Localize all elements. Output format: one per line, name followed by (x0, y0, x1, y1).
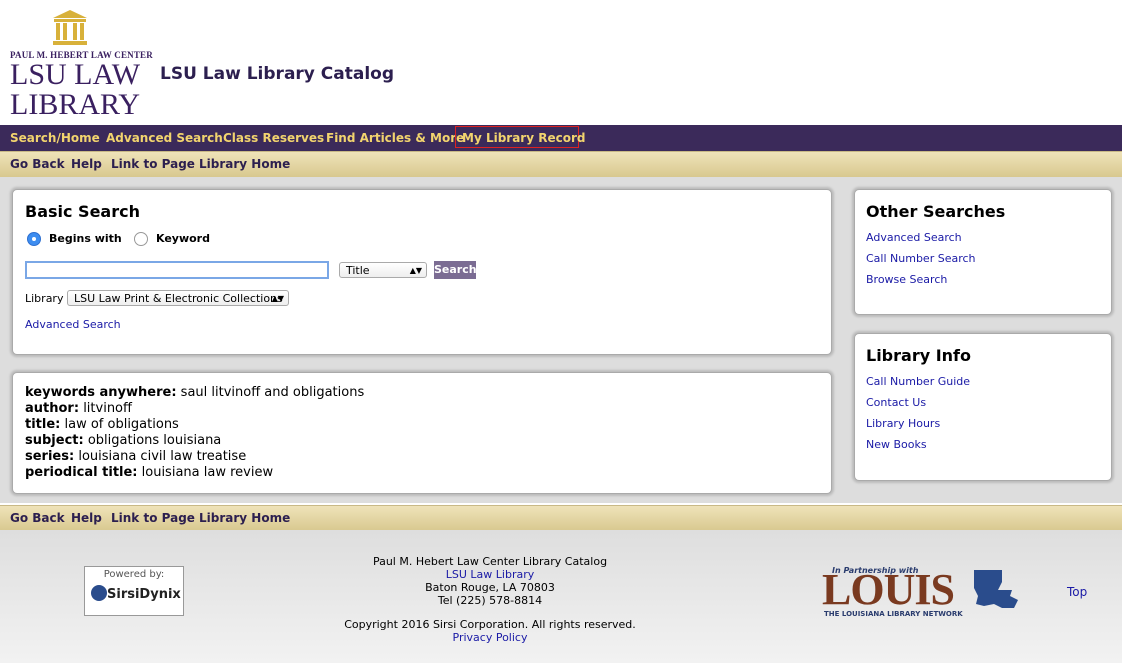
updown-arrow-icon: ▲▼ (409, 266, 422, 275)
louis-tagline: THE LOUISIANA LIBRARY NETWORK (824, 610, 963, 618)
library-home-link[interactable]: Library Home (199, 152, 290, 177)
help-link[interactable]: Help (71, 506, 102, 531)
go-back-link[interactable]: Go Back (10, 506, 65, 531)
browse-search-link[interactable]: Browse Search (866, 273, 947, 286)
link-to-page-link[interactable]: Link to Page (111, 506, 195, 531)
top-subnav: Go Back Help Link to Page Library Home (0, 151, 1122, 178)
search-input[interactable] (25, 261, 329, 279)
nav-my-library-record[interactable]: My Library Record (462, 125, 585, 151)
footer-catalog-name: Paul M. Hebert Law Center Library Catalo… (372, 555, 608, 568)
footer-privacy-policy-link[interactable]: Privacy Policy (290, 631, 690, 644)
logo-line1: LSU LAW (10, 58, 141, 91)
example-subject: subject: obligations louisiana (25, 433, 222, 448)
footer-address: Baton Rouge, LA 70803 (425, 581, 555, 594)
other-advanced-search-link[interactable]: Advanced Search (866, 231, 962, 244)
library-home-link[interactable]: Library Home (199, 506, 290, 531)
nav-advanced-search[interactable]: Advanced Search (106, 125, 223, 151)
radio-keyword-label: Keyword (156, 232, 210, 245)
advanced-search-link[interactable]: Advanced Search (25, 318, 121, 331)
example-keywords: keywords anywhere: saul litvinoff and ob… (25, 385, 365, 400)
link-to-page-link[interactable]: Link to Page (111, 152, 195, 177)
library-select-value: LSU Law Print & Electronic Collections (74, 292, 283, 305)
basic-search-panel: Basic Search Begins with Keyword Title ▲… (12, 189, 832, 355)
help-link[interactable]: Help (71, 152, 102, 177)
updown-arrow-icon: ▲▼ (271, 294, 284, 303)
other-searches-title: Other Searches (866, 202, 1006, 221)
sirsidynix-label: SirsiDynix (107, 587, 181, 602)
example-author: author: litvinoff (25, 401, 132, 416)
bottom-subnav: Go Back Help Link to Page Library Home (0, 505, 1122, 532)
other-searches-panel: Other Searches Advanced Search Call Numb… (854, 189, 1112, 315)
contact-us-link[interactable]: Contact Us (866, 396, 926, 409)
powered-by-sirsidynix-logo[interactable]: Powered by: SirsiDynix (84, 566, 184, 616)
radio-begins-with[interactable] (27, 232, 41, 246)
library-select[interactable]: LSU Law Print & Electronic Collections ▲… (67, 290, 289, 306)
main-nav: Search/Home Advanced Search Class Reserv… (0, 125, 1122, 151)
logo-line2: LIBRARY (10, 88, 141, 121)
basic-search-title: Basic Search (25, 202, 140, 221)
louis-partnership-label: In Partnership with (832, 566, 919, 575)
top-link[interactable]: Top (1067, 585, 1087, 599)
footer-tel: Tel (225) 578-8814 (437, 594, 543, 607)
example-periodical-title: periodical title: louisiana law review (25, 465, 274, 480)
page-title: LSU Law Library Catalog (160, 64, 395, 84)
nav-find-articles[interactable]: Find Articles & More (326, 125, 464, 151)
louis-network-logo[interactable]: LOUIS In Partnership with THE LOUISIANA … (822, 566, 1022, 620)
example-series: series: louisiana civil law treatise (25, 449, 247, 464)
go-back-link[interactable]: Go Back (10, 152, 65, 177)
nav-class-reserves[interactable]: Class Reserves (223, 125, 324, 151)
library-label: Library (25, 292, 64, 305)
sirsidynix-icon (91, 585, 107, 601)
call-number-guide-link[interactable]: Call Number Guide (866, 375, 970, 388)
library-info-title: Library Info (866, 346, 972, 365)
powered-by-label: Powered by: (103, 569, 165, 580)
footer-copyright: Copyright 2016 Sirsi Corporation. All ri… (344, 618, 636, 631)
law-center-building-icon (53, 10, 87, 45)
search-field-select[interactable]: Title ▲▼ (339, 262, 427, 278)
nav-search-home[interactable]: Search/Home (10, 125, 100, 151)
call-number-search-link[interactable]: Call Number Search (866, 252, 976, 265)
search-button[interactable]: Search (434, 261, 477, 279)
example-title: title: law of obligations (25, 417, 179, 432)
radio-keyword[interactable] (134, 232, 148, 246)
search-field-select-value: Title (346, 264, 370, 277)
louisiana-state-icon (974, 570, 1018, 608)
footer-lsu-law-library-link[interactable]: LSU Law Library (290, 568, 690, 581)
new-books-link[interactable]: New Books (866, 438, 927, 451)
radio-begins-with-label: Begins with (49, 232, 122, 245)
library-info-panel: Library Info Call Number Guide Contact U… (854, 333, 1112, 481)
lsu-law-library-logo[interactable]: PAUL M. HEBERT LAW CENTER LSU LAW LIBRAR… (10, 10, 153, 120)
page-header: PAUL M. HEBERT LAW CENTER LSU LAW LIBRAR… (0, 0, 1122, 125)
search-examples-panel: keywords anywhere: saul litvinoff and ob… (12, 372, 832, 494)
library-hours-link[interactable]: Library Hours (866, 417, 940, 430)
